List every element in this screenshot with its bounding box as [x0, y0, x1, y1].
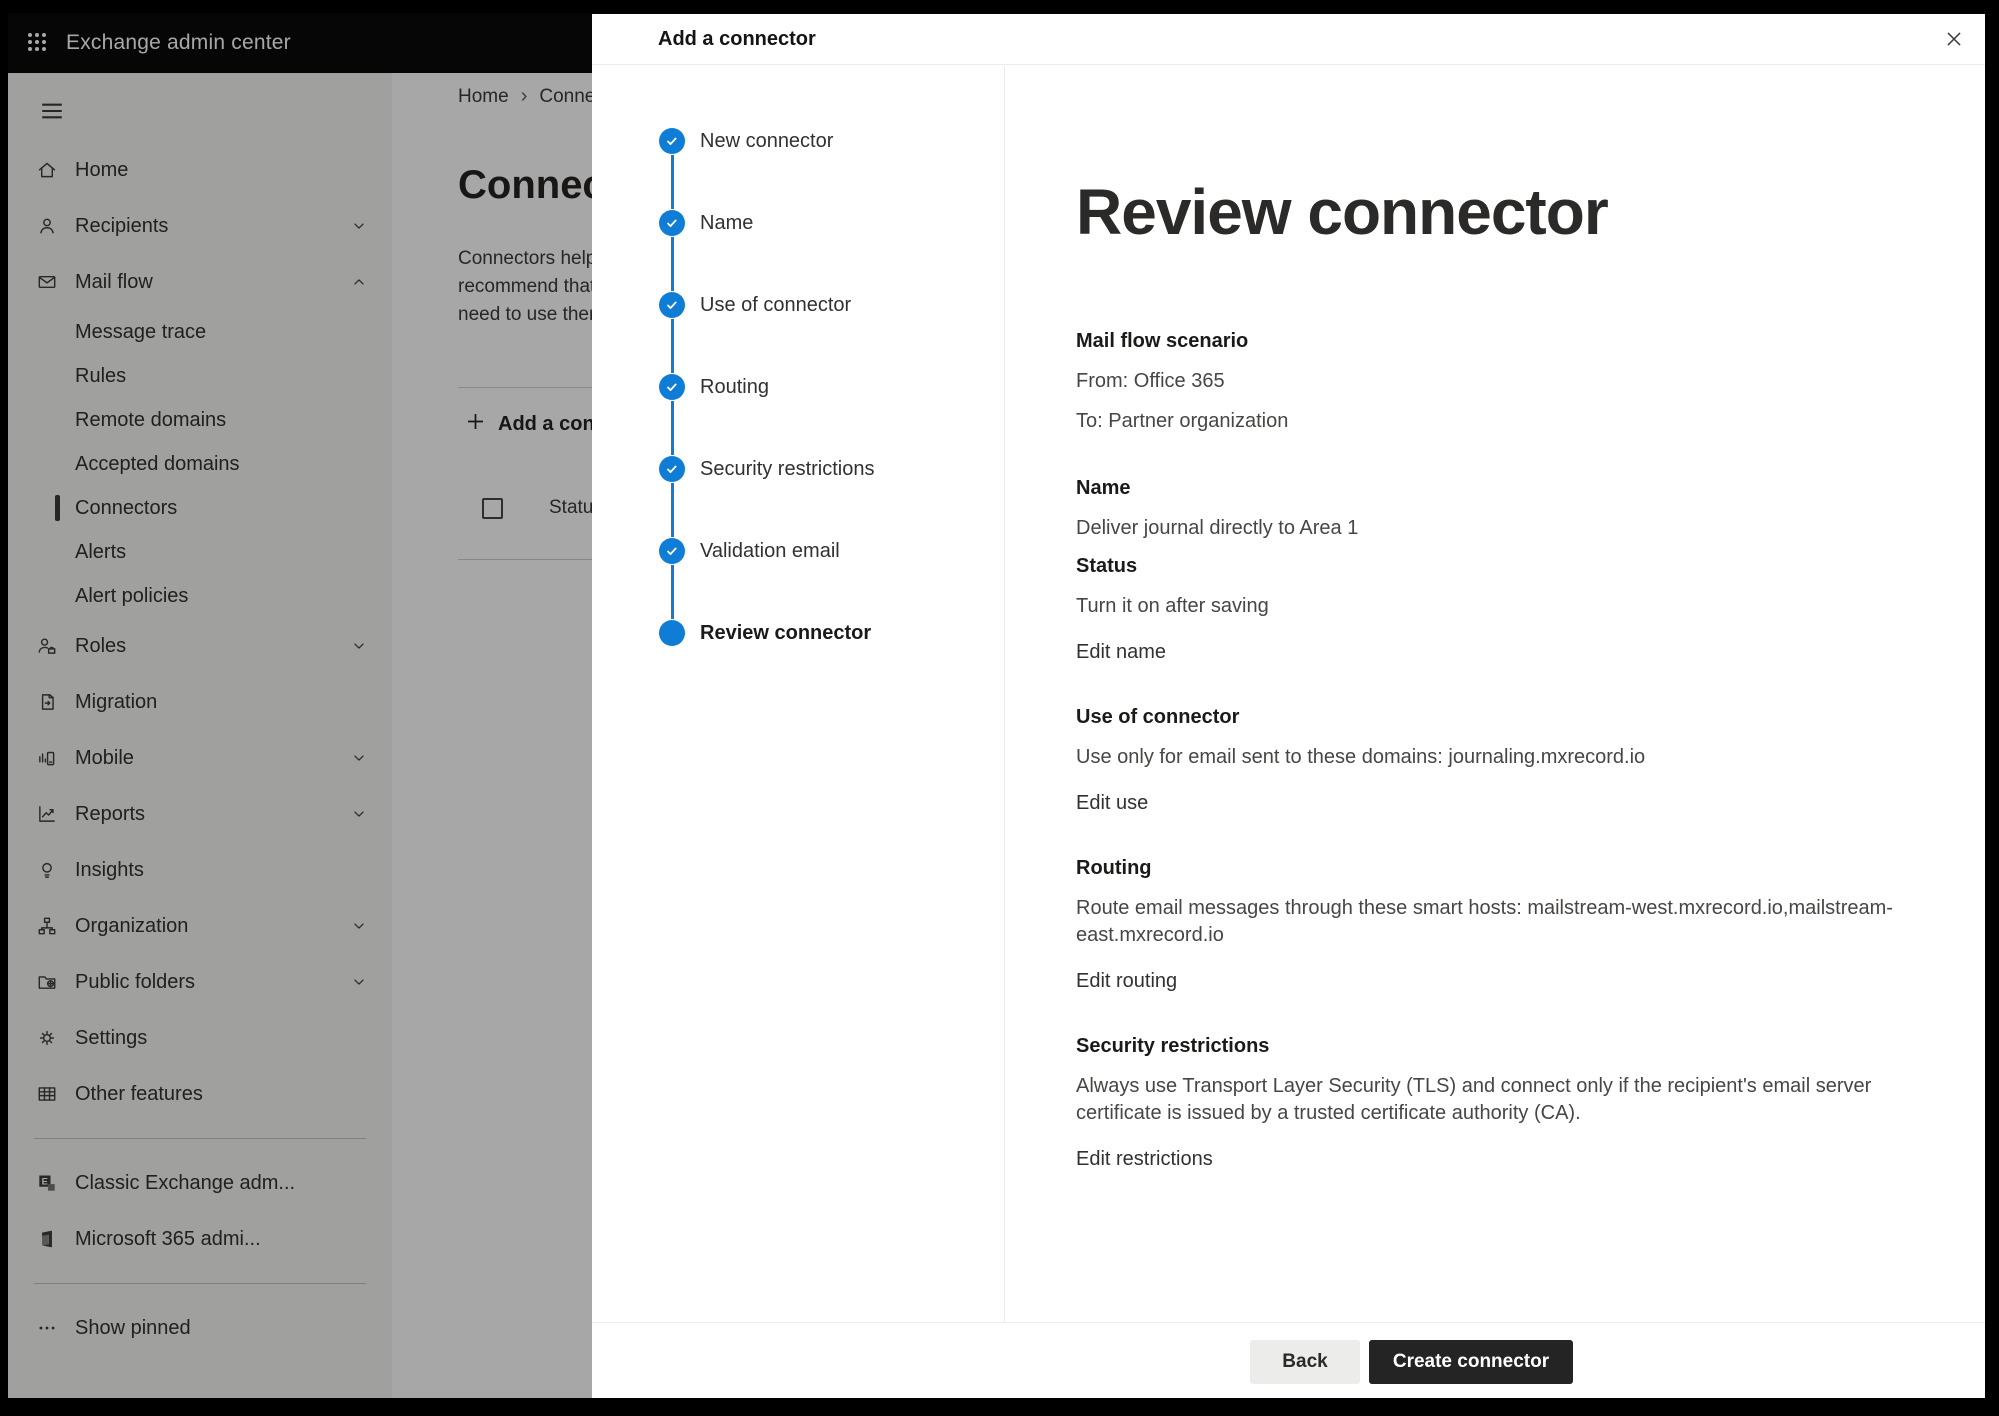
step-label: Validation email [700, 540, 840, 563]
edit-link-edit-use[interactable]: Edit use [1076, 792, 1148, 815]
edit-link-edit-routing[interactable]: Edit routing [1076, 970, 1177, 993]
section-line: Turn it on after saving [1076, 593, 1906, 620]
panel-header: Add a connector [592, 14, 1985, 65]
wizard-stepper: New connector Name Use of connector Routing… [592, 128, 1004, 646]
review-sections: Mail flow scenario From: Office 365 To: Pa… [1076, 330, 1906, 1171]
section-heading: Security restrictions [1076, 1035, 1906, 1058]
step-validation-email[interactable]: Validation email [659, 538, 1004, 564]
screenshot-frame: Exchange admin center HomeRecipientsMail… [0, 0, 1999, 1416]
section-line: Use only for email sent to these domains… [1076, 744, 1906, 771]
app-window: Exchange admin center HomeRecipientsMail… [8, 13, 1985, 1398]
review-section-use-of-connector: Use of connector Use only for email sent … [1076, 706, 1906, 815]
section-heading: Name [1076, 477, 1906, 500]
step-new-connector[interactable]: New connector [659, 128, 1004, 154]
step-label: New connector [700, 130, 833, 153]
step-current-icon [659, 620, 685, 646]
panel-title: Add a connector [658, 28, 816, 51]
close-button[interactable] [1937, 23, 1971, 57]
section-heading: Routing [1076, 857, 1906, 880]
step-complete-icon [659, 210, 685, 236]
close-icon [1943, 28, 1965, 53]
review-title: Review connector [1076, 66, 1906, 248]
step-complete-icon [659, 456, 685, 482]
step-use-of-connector[interactable]: Use of connector [659, 292, 1004, 318]
edit-link-edit-name[interactable]: Edit name [1076, 641, 1166, 664]
section-heading: Mail flow scenario [1076, 330, 1906, 353]
step-name[interactable]: Name [659, 210, 1004, 236]
wizard-stepper-column: New connector Name Use of connector Routing… [592, 66, 1005, 1322]
section-heading: Use of connector [1076, 706, 1906, 729]
back-button[interactable]: Back [1250, 1340, 1360, 1384]
review-section-routing: Routing Route email messages through thes… [1076, 857, 1906, 993]
step-label: Routing [700, 376, 769, 399]
section-line: To: Partner organization [1076, 408, 1906, 435]
section-line: From: Office 365 [1076, 368, 1906, 395]
create-connector-button[interactable]: Create connector [1369, 1340, 1573, 1384]
add-connector-panel: Add a connector New connector Name Use of … [592, 14, 1985, 1398]
section-line: Route email messages through these smart… [1076, 895, 1906, 949]
section-line: Always use Transport Layer Security (TLS… [1076, 1073, 1906, 1127]
step-complete-icon [659, 292, 685, 318]
step-label: Use of connector [700, 294, 851, 317]
step-label: Security restrictions [700, 458, 875, 481]
panel-body: New connector Name Use of connector Routing… [592, 66, 1985, 1322]
step-complete-icon [659, 538, 685, 564]
step-security-restrictions[interactable]: Security restrictions [659, 456, 1004, 482]
section-line: Deliver journal directly to Area 1 [1076, 515, 1906, 542]
step-label: Name [700, 212, 753, 235]
step-review-connector[interactable]: Review connector [659, 620, 1004, 646]
edit-link-edit-restrictions[interactable]: Edit restrictions [1076, 1148, 1213, 1171]
panel-footer: Back Create connector [592, 1322, 1985, 1398]
step-label: Review connector [700, 622, 871, 645]
review-section-mail-flow-scenario: Mail flow scenario From: Office 365 To: Pa… [1076, 330, 1906, 435]
section-subheading: Status [1076, 555, 1906, 578]
step-routing[interactable]: Routing [659, 374, 1004, 400]
review-section-security-restrictions: Security restrictions Always use Transpor… [1076, 1035, 1906, 1171]
review-section-name: Name Deliver journal directly to Area 1 St… [1076, 477, 1906, 664]
step-complete-icon [659, 374, 685, 400]
review-content: Review connector Mail flow scenario From:… [1076, 66, 1906, 1213]
step-complete-icon [659, 128, 685, 154]
